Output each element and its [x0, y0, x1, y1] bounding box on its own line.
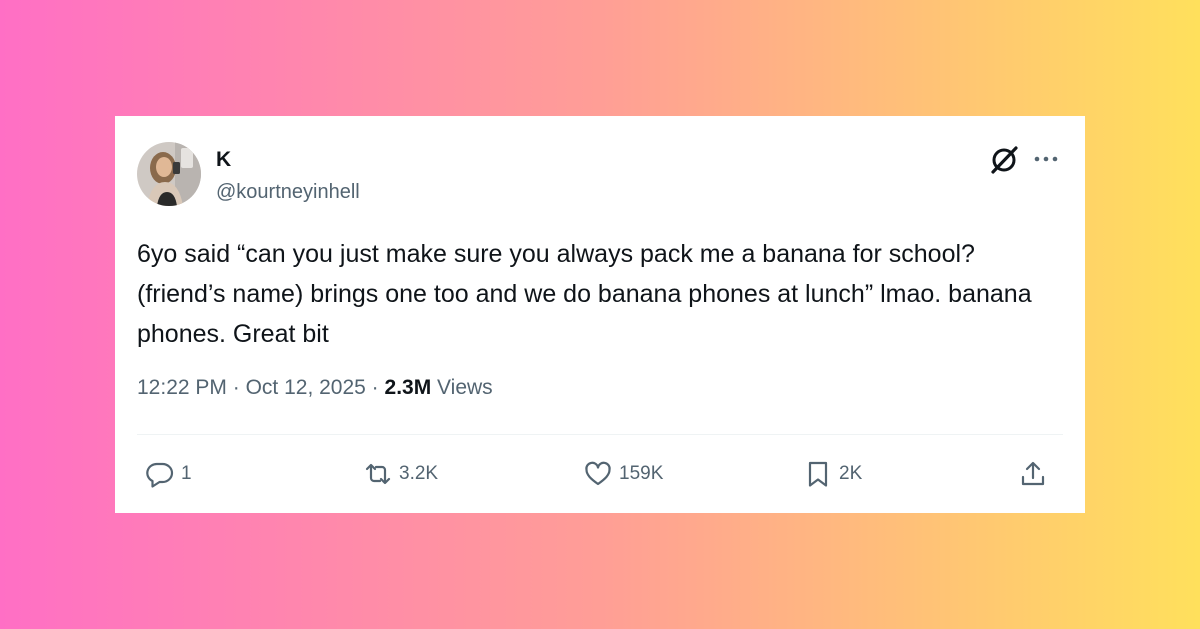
user-handle[interactable]: @kourtneyinhell — [216, 180, 360, 204]
display-name[interactable]: K — [216, 148, 231, 172]
reply-button[interactable]: 1 — [145, 456, 192, 492]
views-label: Views — [437, 376, 493, 399]
bookmark-button[interactable]: 2K — [803, 456, 862, 492]
tweet-time[interactable]: 12:22 PM — [137, 376, 227, 399]
bookmark-icon — [808, 461, 828, 487]
repost-icon — [365, 463, 391, 485]
repost-count: 3.2K — [399, 463, 439, 484]
reply-count: 1 — [181, 463, 192, 484]
tweet-date[interactable]: Oct 12, 2025 — [246, 376, 366, 399]
tweet-meta: 12:22 PM · Oct 12, 2025 · 2.3M Views — [137, 374, 493, 402]
bookmark-count: 2K — [839, 463, 863, 484]
like-button[interactable]: 159K — [583, 456, 663, 492]
divider — [137, 434, 1063, 435]
more-options-icon[interactable] — [1033, 154, 1059, 164]
meta-separator: · — [371, 376, 379, 399]
reply-icon — [146, 462, 174, 488]
tweet-text: 6yo said “can you just make sure you alw… — [137, 240, 1032, 348]
views-count: 2.3M — [384, 376, 432, 399]
like-count: 159K — [619, 463, 664, 484]
meta-separator: · — [232, 376, 240, 399]
grok-logo-icon[interactable] — [989, 145, 1019, 175]
avatar[interactable] — [137, 142, 201, 206]
repost-button[interactable]: 3.2K — [363, 456, 438, 492]
heart-icon — [585, 461, 611, 486]
tweet-card: K @kourtneyinhell 6yo said “can you just… — [115, 116, 1085, 513]
share-icon — [1021, 461, 1045, 486]
share-button[interactable] — [1018, 456, 1048, 492]
